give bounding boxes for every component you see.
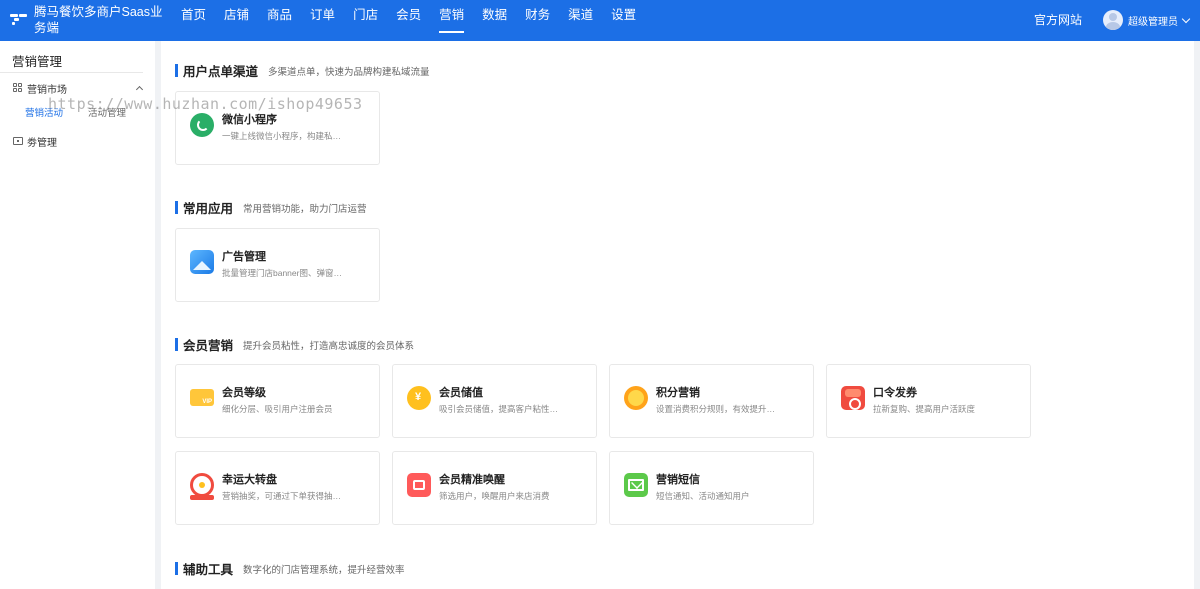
nav-item-channels[interactable]: 渠道: [559, 0, 602, 41]
section-header-common-apps: 常用应用 常用营销功能，助力门店运营: [175, 198, 367, 217]
section-desc: 常用营销功能，助力门店运营: [243, 203, 367, 215]
sms-icon: [624, 473, 648, 497]
chevron-up-icon: [135, 85, 144, 93]
card-desc: 吸引会员储值，提高客户粘性…: [439, 404, 559, 414]
section-title: 用户点单渠道: [183, 65, 259, 79]
coin-icon: [407, 386, 431, 410]
card-title: 会员储值: [439, 387, 483, 399]
card-desc: 筛选用户，唤醒用户来店消费: [439, 491, 550, 501]
card-desc: 设置消费积分规则，有效提升…: [656, 404, 776, 414]
section-accent-bar: [175, 64, 178, 77]
card-title: 口令发券: [873, 387, 917, 399]
nav-item-data[interactable]: 数据: [473, 0, 516, 41]
nav-item-shop[interactable]: 店铺: [215, 0, 258, 41]
main-nav: 首页 店铺 商品 订单 门店 会员 营销 数据 财务 渠道 设置: [172, 0, 645, 41]
app-card-member-levels[interactable]: 会员等级 细化分层、吸引用户注册会员: [175, 364, 380, 438]
card-desc: 细化分层、吸引用户注册会员: [222, 404, 333, 414]
lucky-wheel-icon: [190, 473, 214, 500]
grid-icon: [13, 83, 23, 93]
sidebar-item-coupons[interactable]: 劵管理: [0, 128, 155, 154]
wechat-miniprogram-icon: [190, 113, 214, 137]
app-card-marketing-sms[interactable]: 营销短信 短信通知、活动通知用户: [609, 451, 814, 525]
app-card-member-wake-up[interactable]: 会员精准唤醒 筛选用户，唤醒用户来店消费: [392, 451, 597, 525]
card-title: 幸运大转盘: [222, 474, 277, 486]
card-title: 微信小程序: [222, 114, 277, 126]
coupon-icon: [13, 137, 23, 145]
card-title: 积分营销: [656, 387, 700, 399]
brand-logo-icon: [10, 14, 28, 26]
official-site-link[interactable]: 官方网站: [1034, 0, 1082, 40]
chevron-down-icon: [1181, 14, 1191, 23]
nav-item-home[interactable]: 首页: [172, 0, 215, 41]
user-name: 超级管理员: [1128, 16, 1178, 28]
section-title: 会员营销: [183, 339, 234, 353]
nav-item-members[interactable]: 会员: [387, 0, 430, 41]
nav-item-stores[interactable]: 门店: [344, 0, 387, 41]
sidebar: 营销管理 营销市场 营销活动 活动管理 劵管理: [0, 41, 155, 589]
sidebar-item-label: 营销市场: [27, 84, 67, 96]
nav-item-marketing[interactable]: 营销: [430, 0, 473, 41]
sidebar-subitems: 营销活动 活动管理: [0, 101, 155, 123]
avatar: [1103, 10, 1123, 30]
section-header-member-marketing: 会员营销 提升会员粘性，打造高忠诚度的会员体系: [175, 335, 414, 354]
main-content: 用户点单渠道 多渠道点单，快速为品牌构建私域流量 微信小程序 一键上线微信小程序…: [161, 41, 1194, 589]
card-title: 营销短信: [656, 474, 700, 486]
sidebar-subitem-activity-management[interactable]: 活动管理: [88, 105, 126, 119]
brand[interactable]: 腾马餐饮多商户Saas业务端: [10, 4, 170, 38]
section-desc: 数字化的门店管理系统，提升经营效率: [243, 564, 405, 576]
card-desc: 一键上线微信小程序，构建私…: [222, 131, 342, 141]
ad-image-icon: [190, 250, 214, 274]
card-desc: 短信通知、活动通知用户: [656, 491, 750, 501]
vip-card-icon: [190, 389, 214, 406]
card-title: 会员等级: [222, 387, 266, 399]
section-desc: 多渠道点单，快速为品牌构建私域流量: [268, 66, 430, 78]
section-header-ordering-channels: 用户点单渠道 多渠道点单，快速为品牌构建私域流量: [175, 61, 430, 80]
app-card-ad-management[interactable]: 广告管理 批量管理门店banner图、弹窗…: [175, 228, 380, 302]
card-title: 会员精准唤醒: [439, 474, 505, 486]
card-desc: 批量管理门店banner图、弹窗…: [222, 268, 342, 278]
nav-item-orders[interactable]: 订单: [301, 0, 344, 41]
section-header-auxiliary-tools: 辅助工具 数字化的门店管理系统，提升经营效率: [175, 559, 405, 578]
section-accent-bar: [175, 338, 178, 351]
app-card-wechat-miniprogram[interactable]: 微信小程序 一键上线微信小程序，构建私…: [175, 91, 380, 165]
wake-gift-icon: [407, 473, 431, 497]
section-desc: 提升会员粘性，打造高忠诚度的会员体系: [243, 340, 415, 352]
top-navbar: 腾马餐饮多商户Saas业务端 首页 店铺 商品 订单 门店 会员 营销 数据 财…: [0, 0, 1200, 41]
nav-item-settings[interactable]: 设置: [602, 0, 645, 41]
section-title: 辅助工具: [183, 563, 234, 577]
sidebar-subitem-marketing-activities[interactable]: 营销活动: [25, 105, 63, 119]
sidebar-item-marketing-market[interactable]: 营销市场: [0, 75, 155, 101]
card-desc: 营销抽奖，可通过下单获得抽…: [222, 491, 342, 501]
section-title: 常用应用: [183, 202, 234, 216]
nav-item-finance[interactable]: 财务: [516, 0, 559, 41]
user-menu[interactable]: 超级管理员: [1103, 10, 1191, 30]
app-card-code-coupons[interactable]: 口令发券 拉新复购、提高用户活跃度: [826, 364, 1031, 438]
card-title: 广告管理: [222, 251, 266, 263]
card-desc: 拉新复购、提高用户活跃度: [873, 404, 976, 414]
points-icon: [624, 386, 648, 410]
nav-item-goods[interactable]: 商品: [258, 0, 301, 41]
red-packet-icon: [841, 386, 865, 410]
section-accent-bar: [175, 562, 178, 575]
section-accent-bar: [175, 201, 178, 214]
app-card-member-stored-value[interactable]: 会员储值 吸引会员储值，提高客户粘性…: [392, 364, 597, 438]
sidebar-title: 营销管理: [0, 41, 143, 73]
app-card-lucky-wheel[interactable]: 幸运大转盘 营销抽奖，可通过下单获得抽…: [175, 451, 380, 525]
brand-title: 腾马餐饮多商户Saas业务端: [34, 5, 163, 35]
app-card-points-marketing[interactable]: 积分营销 设置消费积分规则，有效提升…: [609, 364, 814, 438]
sidebar-item-label: 劵管理: [27, 137, 57, 149]
